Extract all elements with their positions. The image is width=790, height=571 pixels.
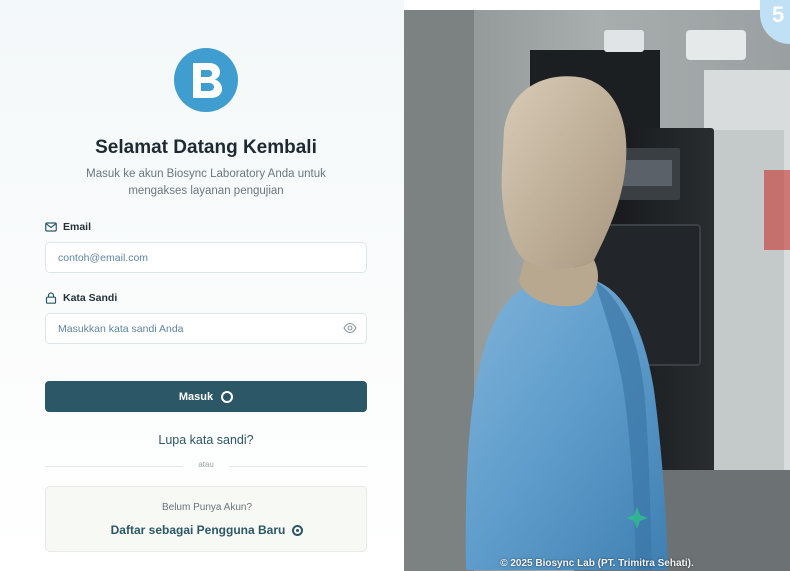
login-button-label: Masuk <box>178 390 214 403</box>
corner-badge-text: 5 <box>772 2 785 27</box>
login-page: Selamat Datang Kembali Masuk ke akun Bio… <box>0 0 790 571</box>
register-dot-icon <box>292 524 304 536</box>
login-panel: Selamat Datang Kembali Masuk ke akun Bio… <box>0 0 404 561</box>
email-label-text: Email <box>63 221 92 233</box>
divider: atau <box>45 460 367 469</box>
password-label: Kata Sandi <box>45 292 117 304</box>
register-link-label: Daftar sebagai Pengguna Baru <box>110 523 286 537</box>
signup-question: Belum Punya Akun? <box>161 502 253 513</box>
copyright-text: © 2025 Biosync Lab (PT. Trimitra Sehati)… <box>500 558 694 569</box>
password-input[interactable] <box>45 313 367 344</box>
eye-icon[interactable] <box>343 322 357 334</box>
lock-icon <box>45 292 57 304</box>
logo-b-icon <box>193 63 222 98</box>
password-label-text: Kata Sandi <box>63 292 118 304</box>
forgot-password-link[interactable]: Lupa kata sandi? <box>0 433 412 447</box>
page-subtitle: Masuk ke akun Biosync Laboratory Anda un… <box>86 168 326 197</box>
email-label: Email <box>45 221 91 233</box>
signup-box: Belum Punya Akun? Daftar sebagai Penggun… <box>45 486 367 552</box>
login-button[interactable]: Masuk <box>45 381 367 412</box>
brand-logo <box>174 48 238 112</box>
lab-scene-illustration <box>404 10 790 571</box>
register-link[interactable]: Daftar sebagai Pengguna Baru <box>46 523 368 537</box>
email-input[interactable] <box>45 242 367 273</box>
hero-image: © 2025 Biosync Lab (PT. Trimitra Sehati)… <box>404 10 790 571</box>
loading-dot-icon <box>221 390 234 403</box>
divider-text: atau <box>198 460 214 469</box>
mail-icon <box>45 222 57 232</box>
page-title: Selamat Datang Kembali <box>95 137 317 158</box>
